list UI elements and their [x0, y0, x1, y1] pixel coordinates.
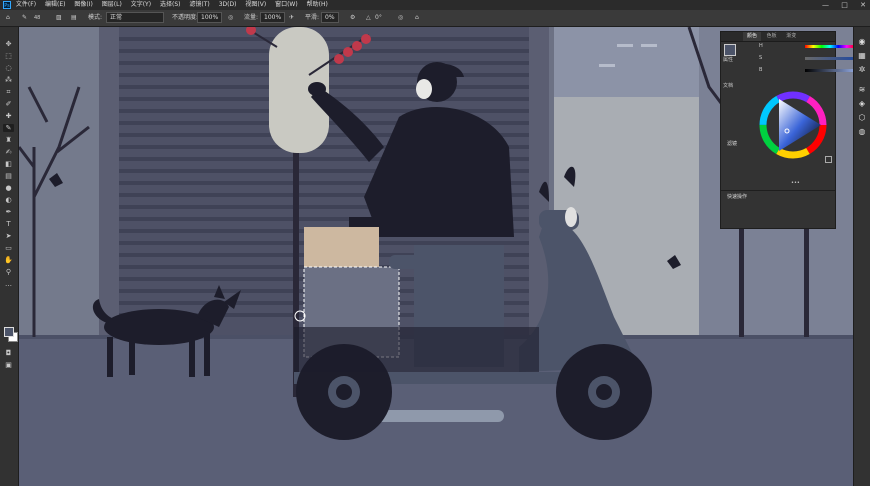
gradient-tool[interactable]: ▤ [3, 172, 14, 180]
palette-icon[interactable]: ▦ [857, 51, 867, 60]
pressure-size-icon[interactable]: ◎ [398, 10, 403, 26]
saturation-slider[interactable] [805, 57, 855, 60]
move-tool[interactable]: ✥ [3, 40, 14, 48]
symmetry-icon[interactable]: ⌂ [415, 10, 419, 26]
menu-image[interactable]: 图像(I) [74, 0, 92, 10]
flow-label: 流量: [244, 14, 259, 21]
saturation-row: S 33 % [759, 55, 870, 62]
hand-tool[interactable]: ✋ [3, 256, 14, 264]
window-controls: — □ ✕ [812, 0, 866, 10]
more-options-dots[interactable]: ••• [791, 180, 800, 186]
hue-slider[interactable] [805, 45, 855, 48]
quick-mask-tool[interactable]: ◘ [3, 349, 14, 357]
channels-icon[interactable]: ◈ [857, 99, 867, 108]
tab-swatches[interactable]: 色板 [763, 32, 781, 41]
airbrush-icon[interactable]: ✈ [289, 10, 294, 26]
menu-view[interactable]: 视图(V) [245, 0, 266, 10]
parcel-box [304, 227, 379, 267]
flow-value: 100% [260, 12, 286, 23]
mode-select-value: 正常 [106, 12, 164, 23]
opacity-label: 不透明度: [172, 14, 199, 21]
layers-icon[interactable]: ≋ [857, 85, 867, 94]
saturation-label: S [759, 55, 763, 61]
eyedropper-tool[interactable]: ✐ [3, 100, 14, 108]
options-bar: ⌂ ✎ 48 ▨ ▤ 模式: 正常 不透明度: 100% ◎ 流量: 100% … [0, 10, 870, 27]
smoothing-value: 0% [321, 12, 339, 23]
tab-gradients[interactable]: 渐变 [782, 32, 800, 41]
menu-layer[interactable]: 图层(L) [102, 0, 122, 10]
smoothing-settings-icon[interactable]: ⚙ [350, 10, 355, 26]
shape-tool[interactable]: ▭ [3, 244, 14, 252]
foreground-color-swatch[interactable] [4, 327, 14, 337]
brush-settings-icon[interactable]: ▨ [56, 10, 62, 26]
close-button[interactable]: ✕ [860, 1, 866, 9]
paths-icon[interactable]: ⬡ [857, 113, 867, 122]
type-tool[interactable]: T [3, 220, 14, 228]
pen-tool[interactable]: ✒ [3, 208, 14, 216]
color-panel: 颜色 色板 渐变 属性 文档 H 222 S 33 % B 41 % [720, 31, 870, 229]
history-brush-tool[interactable]: ✍ [3, 148, 14, 156]
brush-preset-icon[interactable]: ✎ [22, 10, 27, 26]
minimize-button[interactable]: — [822, 1, 829, 9]
document-label[interactable]: 文档 [723, 82, 741, 92]
mode-select[interactable]: 正常 [106, 10, 164, 26]
quick-actions-label[interactable]: 快速操作 [721, 193, 835, 201]
angle-value[interactable]: 0° [375, 10, 382, 26]
opacity-value: 100% [197, 12, 223, 23]
lasso-tool[interactable]: ◌ [3, 64, 14, 72]
tab-color[interactable]: 颜色 [743, 32, 762, 41]
menu-filter[interactable]: 滤镜(T) [189, 0, 209, 10]
menu-file[interactable]: 文件(F) [16, 0, 36, 10]
menu-select[interactable]: 选择(S) [160, 0, 181, 10]
mode-label: 模式: [88, 14, 103, 21]
more-tools[interactable]: … [3, 280, 14, 288]
home-icon[interactable]: ⌂ [6, 10, 10, 26]
panel-foreground-swatch[interactable] [724, 44, 736, 56]
stamp-tool[interactable]: ♜ [3, 136, 14, 144]
properties-label[interactable]: 属性 [723, 56, 741, 74]
menu-help[interactable]: 帮助(H) [307, 0, 328, 10]
color-wheel[interactable] [759, 87, 835, 163]
menu-type[interactable]: 文字(Y) [131, 0, 151, 10]
menu-window[interactable]: 窗口(W) [275, 0, 298, 10]
smoothing-label: 平滑: [305, 14, 320, 21]
angle-icon[interactable]: △ [366, 10, 371, 26]
dodge-tool[interactable]: ◐ [3, 196, 14, 204]
menu-3d[interactable]: 3D(D) [219, 0, 237, 10]
healing-tool[interactable]: ✚ [3, 112, 14, 120]
zoom-tool[interactable]: ⚲ [3, 268, 14, 276]
menu-edit[interactable]: 编辑(E) [45, 0, 65, 10]
hue-label: H [759, 43, 763, 49]
toggle-brush-panel-icon[interactable]: ▤ [71, 10, 77, 26]
brightness-label: B [759, 67, 763, 73]
brightness-slider[interactable] [805, 69, 855, 72]
brush-size-value[interactable]: 48 [34, 10, 40, 26]
tools-panel: ✥ ⬚ ◌ ⁂ ⌗ ✐ ✚ ✎ ♜ ✍ ◧ ▤ ● ◐ ✒ T ➤ ▭ ✋ ⚲ … [0, 27, 19, 486]
pressure-opacity-icon[interactable]: ◎ [228, 10, 233, 26]
path-select-tool[interactable]: ➤ [3, 232, 14, 240]
wheel-options-icon[interactable] [825, 156, 832, 163]
eye-icon[interactable]: ◉ [857, 37, 867, 46]
sun-icon[interactable]: ✲ [857, 65, 867, 74]
maximize-button[interactable]: □ [841, 1, 848, 9]
opacity-field[interactable]: 100% [197, 10, 223, 26]
quick-select-tool[interactable]: ⁂ [3, 76, 14, 84]
crop-tool[interactable]: ⌗ [3, 88, 14, 96]
menu-bar: Ps 文件(F) 编辑(E) 图像(I) 图层(L) 文字(Y) 选择(S) 滤… [0, 0, 870, 10]
brightness-row: B 41 % [759, 67, 870, 74]
photoshop-logo[interactable]: Ps [3, 1, 11, 9]
flow-field[interactable]: 100% [260, 10, 286, 26]
hue-row: H 222 [759, 43, 867, 50]
filter-section-label[interactable]: 滤镜 [721, 140, 835, 148]
brush-tool[interactable]: ✎ [3, 124, 14, 132]
smoothing-field[interactable]: 0% [321, 10, 339, 26]
marquee-tool[interactable]: ⬚ [3, 52, 14, 60]
screen-mode-tool[interactable]: ▣ [3, 361, 14, 369]
eraser-tool[interactable]: ◧ [3, 160, 14, 168]
color-panel-tabs: 颜色 色板 渐变 [721, 32, 835, 42]
right-panel-strip: ◉ ▦ ✲ ≋ ◈ ⬡ ◍ [853, 27, 870, 486]
adjust-icon[interactable]: ◍ [857, 127, 867, 136]
blur-tool[interactable]: ● [3, 184, 14, 192]
